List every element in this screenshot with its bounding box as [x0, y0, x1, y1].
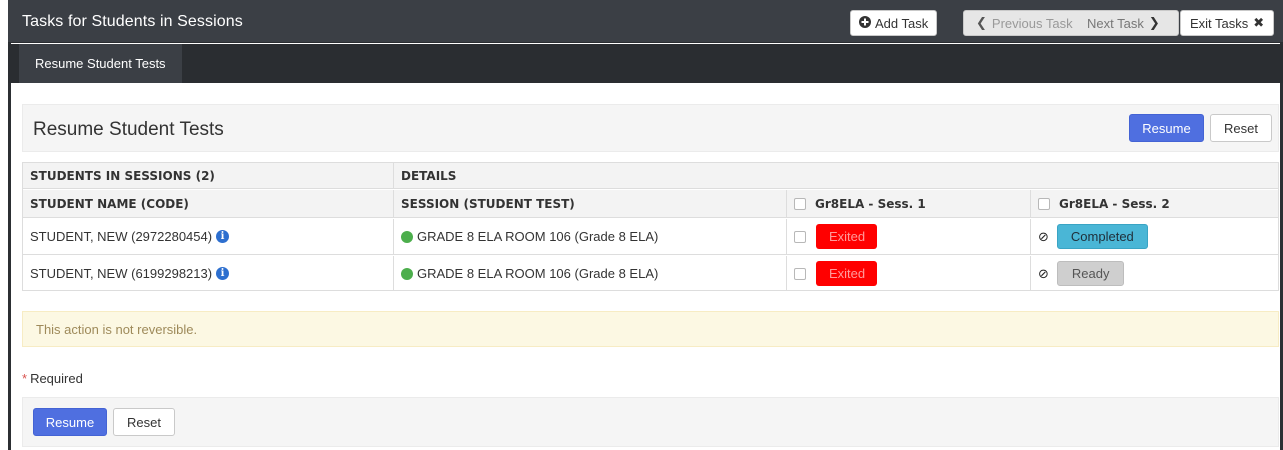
panel-title: Resume Student Tests [33, 119, 224, 140]
grid-column-header-row: STUDENT NAME (CODE) SESSION (STUDENT TES… [23, 190, 1278, 218]
task-navigation: ❮ Previous Task Next Task ❯ [963, 10, 1179, 36]
group-header-details: DETAILS [401, 168, 457, 183]
task-tab-bar: Resume Student Tests [8, 44, 1283, 83]
status-badge: Completed [1056, 224, 1148, 249]
column-header-sess-1: Gr8ELA - Sess. 1 [787, 190, 926, 217]
next-task-label: Next Task [1087, 15, 1144, 31]
sess-2-cell: ⊘ Completed [1031, 219, 1148, 254]
session-active-dot [401, 230, 413, 243]
reset-button-top[interactable]: Reset [1210, 114, 1272, 142]
warning-alert: This action is not reversible. [22, 311, 1279, 347]
add-task-label: Add Task [875, 15, 929, 31]
student-name: STUDENT, NEW (2972280454) [30, 229, 213, 244]
exit-tasks-label: Exit Tasks [1190, 15, 1249, 31]
select-all-sess-2-checkbox[interactable] [1038, 197, 1050, 210]
info-circle-icon[interactable]: i [216, 230, 230, 243]
previous-task-button[interactable]: ❮ Previous Task [964, 11, 1079, 35]
column-header-session: SESSION (STUDENT TEST) [401, 196, 575, 211]
required-label: Required [30, 371, 83, 386]
students-grid: STUDENTS IN SESSIONS (2) DETAILS STUDENT… [22, 162, 1279, 291]
sess-1-cell: Exited [787, 256, 877, 291]
status-badge: Exited [816, 224, 877, 249]
column-header-student-name: STUDENT NAME (CODE) [30, 196, 189, 211]
sess-1-cell: Exited [787, 219, 877, 254]
resume-button-bottom[interactable]: Resume [33, 408, 107, 436]
close-icon: ✖ [1253, 15, 1265, 30]
ban-icon: ⊘ [1038, 265, 1049, 281]
panel-header: Resume Student Tests Resume Reset [22, 104, 1279, 152]
next-task-button[interactable]: Next Task ❯ [1079, 11, 1160, 35]
plus-circle-icon [859, 15, 871, 31]
student-name: STUDENT, NEW (6199298213) [30, 266, 213, 281]
status-badge: Exited [816, 261, 877, 286]
required-note: * Required [22, 371, 83, 386]
select-all-sess-1-checkbox[interactable] [794, 197, 806, 210]
column-header-sess-2-label: Gr8ELA - Sess. 2 [1059, 196, 1170, 211]
session-cell: GRADE 8 ELA ROOM 106 (Grade 8 ELA) [394, 256, 658, 291]
sess-1-row-checkbox[interactable] [794, 267, 806, 280]
grid-group-header-row: STUDENTS IN SESSIONS (2) DETAILS [23, 163, 1278, 189]
group-header-students: STUDENTS IN SESSIONS (2) [30, 168, 215, 183]
table-row: STUDENT, NEW (2972280454) i GRADE 8 ELA … [23, 219, 1278, 255]
info-circle-icon[interactable]: i [216, 267, 230, 280]
ban-icon: ⊘ [1038, 228, 1049, 244]
resume-button-top[interactable]: Resume [1129, 114, 1204, 142]
chevron-right-icon: ❯ [1148, 15, 1160, 30]
session-cell: GRADE 8 ELA ROOM 106 (Grade 8 ELA) [394, 219, 658, 254]
sess-2-cell: ⊘ Ready [1031, 256, 1125, 291]
add-task-button[interactable]: Add Task [850, 10, 938, 36]
session-active-dot [401, 267, 413, 280]
session-name: GRADE 8 ELA ROOM 106 (Grade 8 ELA) [417, 229, 659, 244]
student-name-cell: STUDENT, NEW (2972280454) i [23, 219, 230, 254]
required-asterisk: * [22, 371, 28, 386]
status-badge: Ready [1056, 261, 1125, 286]
page-title: Tasks for Students in Sessions [22, 13, 243, 30]
column-header-sess-1-label: Gr8ELA - Sess. 1 [815, 196, 926, 211]
previous-task-label: Previous Task [991, 15, 1073, 31]
form-footer: Resume Reset [22, 397, 1279, 447]
student-name-cell: STUDENT, NEW (6199298213) i [23, 256, 230, 291]
reset-button-bottom[interactable]: Reset [113, 408, 175, 436]
tab-resume-student-tests[interactable]: Resume Student Tests [19, 44, 182, 83]
table-row: STUDENT, NEW (6199298213) i GRADE 8 ELA … [23, 256, 1278, 291]
chevron-left-icon: ❮ [976, 15, 987, 30]
session-name: GRADE 8 ELA ROOM 106 (Grade 8 ELA) [417, 266, 659, 281]
exit-tasks-button[interactable]: Exit Tasks ✖ [1180, 10, 1275, 36]
top-bar: Tasks for Students in Sessions Add Task … [8, 0, 1283, 43]
column-header-sess-2: Gr8ELA - Sess. 2 [1031, 190, 1170, 217]
sess-1-row-checkbox[interactable] [794, 230, 806, 243]
